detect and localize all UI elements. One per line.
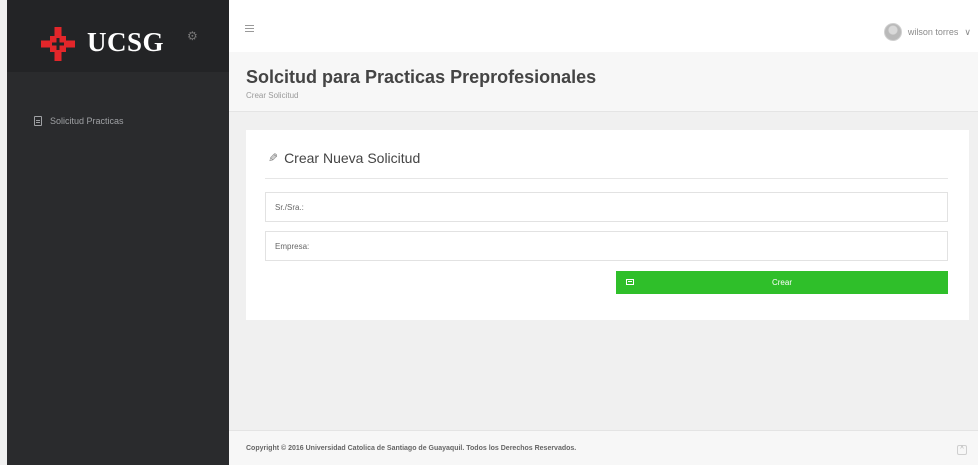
page-title: Solcitud para Practicas Preprofesionales xyxy=(246,67,597,87)
divider xyxy=(265,178,948,179)
brand-name: UCSG xyxy=(87,27,165,57)
sidebar-item-label: Solicitud Practicas xyxy=(50,116,124,126)
copyright-text: Copyright © 2016 Universidad Catolica de… xyxy=(246,445,577,452)
scroll-top-icon[interactable]: ^ xyxy=(957,445,967,455)
request-form-panel: ✎ Crear Nueva Solicitud Sr./Sra.: Empres… xyxy=(246,130,969,320)
empresa-label: Empresa: xyxy=(275,241,310,251)
envelope-icon xyxy=(626,279,634,285)
sr-sra-field[interactable]: Sr./Sra.: xyxy=(265,192,948,222)
crear-button[interactable]: Crear xyxy=(616,271,948,294)
empresa-field[interactable]: Empresa: xyxy=(265,231,948,261)
user-menu[interactable]: wilson torres ∨ xyxy=(883,23,971,41)
top-bar: wilson torres ∨ xyxy=(229,0,978,52)
page-header: Solcitud para Practicas Preprofesionales… xyxy=(229,52,978,112)
sidebar: UCSG ⚙ Solicitud Practicas xyxy=(7,0,229,465)
brand[interactable]: UCSG ⚙ xyxy=(7,0,229,72)
document-icon xyxy=(34,116,42,126)
chevron-down-icon: ∨ xyxy=(964,26,971,37)
menu-toggle-icon[interactable] xyxy=(245,25,254,32)
user-name: wilson torres xyxy=(907,27,959,37)
avatar xyxy=(883,23,902,41)
form-title-text: Crear Nueva Solicitud xyxy=(284,150,421,166)
sr-sra-label: Sr./Sra.: xyxy=(275,202,304,212)
form-title: ✎ Crear Nueva Solicitud xyxy=(268,150,420,166)
pencil-icon: ✎ xyxy=(268,151,279,165)
gear-icon[interactable]: ⚙ xyxy=(187,30,199,42)
crear-button-label: Crear xyxy=(771,278,792,287)
ucsg-cross-logo xyxy=(41,27,75,61)
breadcrumb: Crear Solicitud xyxy=(246,91,299,100)
footer: Copyright © 2016 Universidad Catolica de… xyxy=(229,430,978,465)
sidebar-item-solicitud-practicas[interactable]: Solicitud Practicas xyxy=(34,114,124,128)
